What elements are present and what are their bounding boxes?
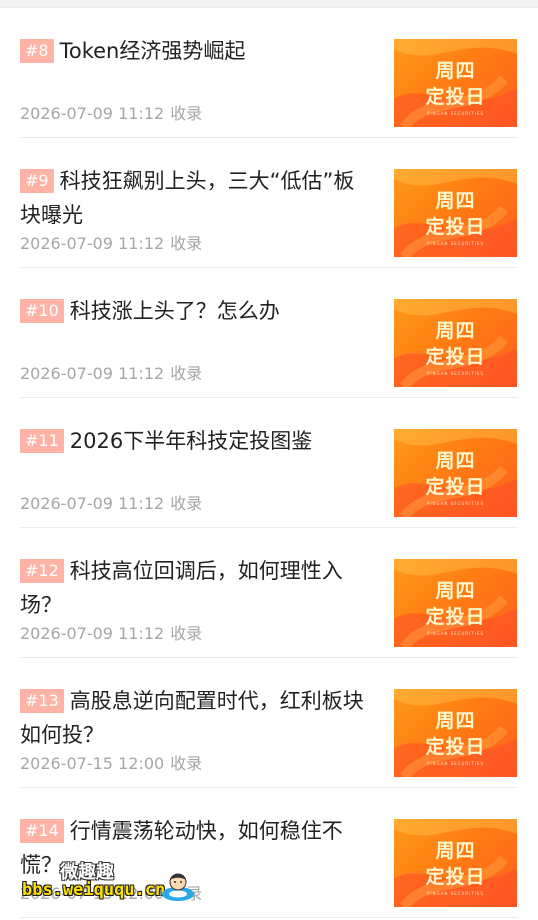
- article-thumbnail[interactable]: 周四 定投日 PINGAN SECURITIES: [394, 39, 517, 127]
- list-item[interactable]: #11 2026下半年科技定投图鉴 2026-07-09 11:12 收录 周四 定…: [20, 398, 518, 528]
- article-date: 2026-07-09 11:12: [20, 624, 165, 643]
- article-date: 2026-07-09 11:12: [20, 494, 165, 513]
- list-item[interactable]: #8 Token经济强势崛起 2026-07-09 11:12 收录 周四 定投日 …: [20, 8, 518, 138]
- collect-label: 收录: [170, 494, 203, 513]
- rank-badge: #8: [20, 39, 54, 63]
- article-date: 2026-07-09 11:12: [20, 104, 165, 123]
- thumbnail-brand: PINGAN SECURITIES: [426, 891, 485, 896]
- thumbnail-brand: PINGAN SECURITIES: [426, 241, 485, 246]
- article-meta: 2026-07-09 11:12 收录: [20, 624, 202, 644]
- thumbnail-line2: 定投日: [425, 866, 486, 888]
- thumbnail-line2: 定投日: [425, 606, 486, 628]
- thumbnail-line1: 周四: [435, 840, 476, 862]
- thumbnail-line1: 周四: [435, 320, 476, 342]
- thumbnail-line1: 周四: [435, 580, 476, 602]
- thumbnail-brand: PINGAN SECURITIES: [426, 111, 485, 116]
- article-title-text: 2026下半年科技定投图鉴: [69, 429, 313, 453]
- thumbnail-line2: 定投日: [425, 736, 486, 758]
- watermark-url: bbs.weiququ.cn: [22, 880, 166, 900]
- article-title[interactable]: #12 科技高位回调后，如何理性入场？: [20, 554, 375, 622]
- article-thumbnail[interactable]: 周四 定投日 PINGAN SECURITIES: [394, 169, 517, 257]
- thumbnail-line2: 定投日: [425, 476, 486, 498]
- collect-label: 收录: [170, 364, 203, 383]
- collect-label: 收录: [170, 104, 203, 123]
- thumbnail-line2: 定投日: [425, 86, 486, 108]
- thumbnail-line1: 周四: [435, 710, 476, 732]
- article-date: 2026-07-09 11:12: [20, 234, 165, 253]
- article-title-text: 科技涨上头了？怎么办: [69, 299, 280, 323]
- article-thumbnail[interactable]: 周四 定投日 PINGAN SECURITIES: [394, 299, 517, 387]
- thumbnail-brand: PINGAN SECURITIES: [426, 761, 485, 766]
- article-title[interactable]: #10 科技涨上头了？怎么办: [20, 294, 375, 328]
- article-title[interactable]: #13 高股息逆向配置时代，红利板块如何投？: [20, 684, 375, 752]
- rank-badge: #12: [20, 559, 64, 583]
- article-date: 2026-07-09 11:12: [20, 364, 165, 383]
- rank-badge: #10: [20, 299, 64, 323]
- article-list: #8 Token经济强势崛起 2026-07-09 11:12 收录 周四 定投日 …: [0, 8, 538, 918]
- list-item[interactable]: #12 科技高位回调后，如何理性入场？ 2026-07-09 11:12 收录 周四…: [20, 528, 518, 658]
- article-title-text: 科技狂飙别上头，三大“低估”板块曝光: [20, 169, 355, 227]
- article-thumbnail[interactable]: 周四 定投日 PINGAN SECURITIES: [394, 819, 517, 907]
- article-title-text: Token经济强势崛起: [59, 39, 246, 63]
- article-title-text: 科技高位回调后，如何理性入场？: [20, 559, 343, 617]
- thumbnail-line1: 周四: [435, 190, 476, 212]
- list-item[interactable]: #13 高股息逆向配置时代，红利板块如何投？ 2026-07-15 12:00 收录…: [20, 658, 518, 788]
- rank-badge: #13: [20, 689, 64, 713]
- thumbnail-line1: 周四: [435, 450, 476, 472]
- article-title[interactable]: #9 科技狂飙别上头，三大“低估”板块曝光: [20, 164, 375, 232]
- thumbnail-brand: PINGAN SECURITIES: [426, 631, 485, 636]
- top-divider-bar: [0, 0, 538, 8]
- rank-badge: #9: [20, 169, 54, 193]
- collect-label: 收录: [170, 234, 203, 253]
- mascot-logo-icon: [162, 873, 194, 901]
- forum-watermark: 微趣趣 bbs.weiququ.cn: [22, 858, 212, 908]
- rank-badge: #11: [20, 429, 64, 453]
- thumbnail-line2: 定投日: [425, 346, 486, 368]
- thumbnail-brand: PINGAN SECURITIES: [426, 371, 485, 376]
- thumbnail-brand: PINGAN SECURITIES: [426, 501, 485, 506]
- article-meta: 2026-07-15 12:00 收录: [20, 754, 202, 774]
- collect-label: 收录: [170, 624, 203, 643]
- article-thumbnail[interactable]: 周四 定投日 PINGAN SECURITIES: [394, 689, 517, 777]
- article-meta: 2026-07-09 11:12 收录: [20, 494, 202, 514]
- thumbnail-line2: 定投日: [425, 216, 486, 238]
- article-date: 2026-07-15 12:00: [20, 754, 165, 773]
- article-thumbnail[interactable]: 周四 定投日 PINGAN SECURITIES: [394, 559, 517, 647]
- thumbnail-line1: 周四: [435, 60, 476, 82]
- list-item[interactable]: #10 科技涨上头了？怎么办 2026-07-09 11:12 收录 周四 定投日 …: [20, 268, 518, 398]
- article-meta: 2026-07-09 11:12 收录: [20, 234, 202, 254]
- article-title[interactable]: #11 2026下半年科技定投图鉴: [20, 424, 375, 458]
- rank-badge: #14: [20, 819, 64, 843]
- article-title[interactable]: #8 Token经济强势崛起: [20, 34, 375, 68]
- article-meta: 2026-07-09 11:12 收录: [20, 104, 202, 124]
- collect-label: 收录: [170, 754, 203, 773]
- article-meta: 2026-07-09 11:12 收录: [20, 364, 202, 384]
- article-title-text: 高股息逆向配置时代，红利板块如何投？: [20, 689, 364, 747]
- list-item[interactable]: #9 科技狂飙别上头，三大“低估”板块曝光 2026-07-09 11:12 收录 …: [20, 138, 518, 268]
- article-thumbnail[interactable]: 周四 定投日 PINGAN SECURITIES: [394, 429, 517, 517]
